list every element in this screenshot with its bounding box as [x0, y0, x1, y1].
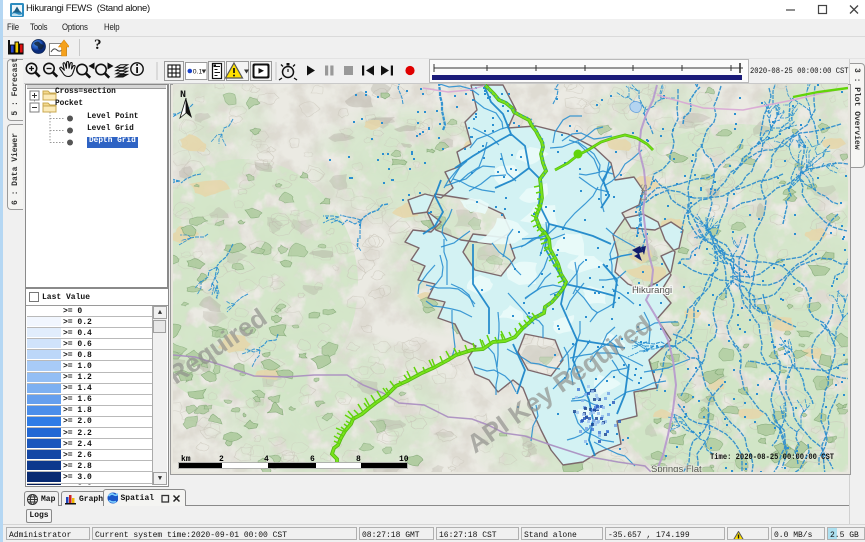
svg-text:Time: 2020-08-25 00:00:00 CST: Time: 2020-08-25 00:00:00 CST — [710, 452, 834, 462]
svg-text:SH 1: SH 1 — [639, 184, 648, 202]
svg-text:2: 2 — [219, 455, 224, 464]
svg-text:8: 8 — [356, 455, 361, 464]
svg-text:N: N — [180, 90, 186, 101]
svg-text:10: 10 — [399, 455, 409, 464]
svg-text:km: km — [181, 455, 191, 464]
svg-text:Springs Flat: Springs Flat — [651, 464, 702, 472]
svg-text:6: 6 — [310, 455, 315, 464]
svg-text:Hikurangi: Hikurangi — [632, 285, 672, 296]
svg-text:4: 4 — [264, 455, 269, 464]
svg-text:0.1: 0.1 — [193, 69, 203, 76]
